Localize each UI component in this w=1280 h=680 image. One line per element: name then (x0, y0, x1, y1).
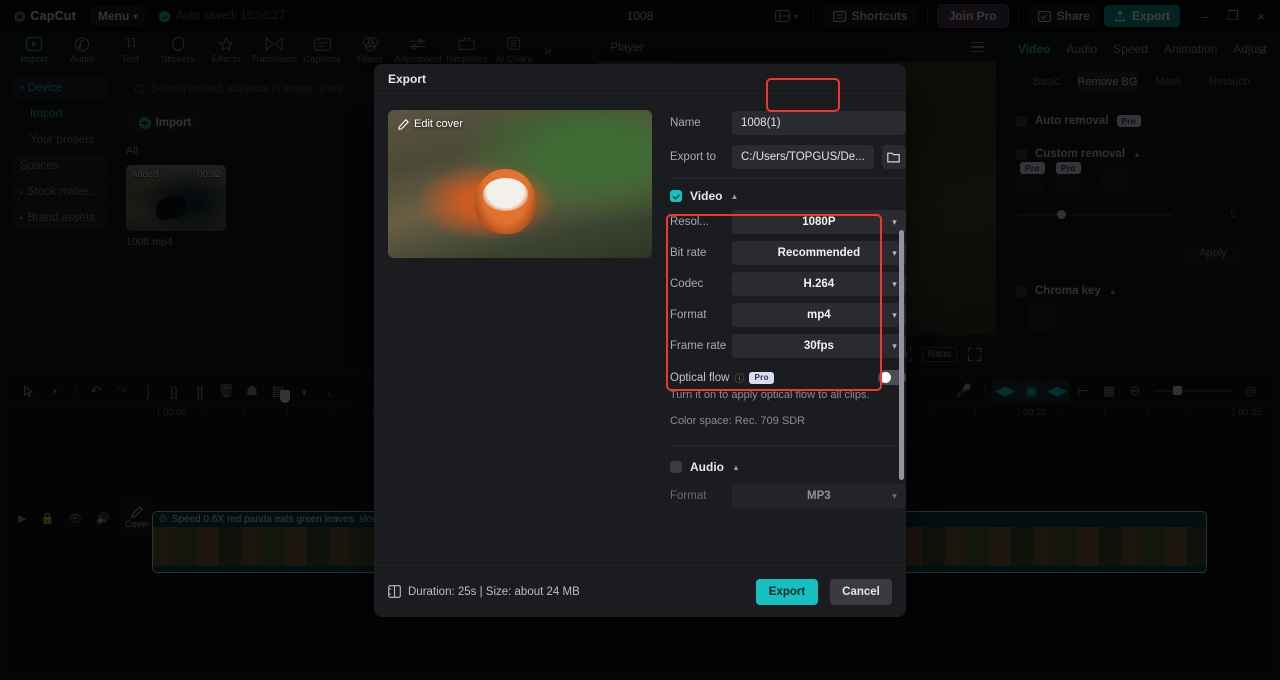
bitrate-value: Recommended (777, 247, 861, 259)
resolution-value: 1080P (802, 216, 836, 228)
chevron-down-icon: ▾ (892, 490, 897, 501)
framerate-select[interactable]: 30fps ▾ (732, 334, 906, 358)
duration-info: Duration: 25s | Size: about 24 MB (388, 585, 580, 598)
bitrate-label: Bit rate (670, 247, 707, 259)
audio-section-label: Audio (690, 460, 724, 474)
codec-row: Codec H.264 ▾ (670, 272, 906, 296)
format-value: mp4 (807, 309, 831, 321)
pro-badge: Pro (749, 371, 774, 384)
resolution-label: Resol... (670, 216, 709, 228)
export-to-label: Export to (670, 151, 717, 163)
chevron-down-icon: ▾ (892, 247, 897, 258)
optical-flow-hint: Turn it on to apply optical flow to all … (670, 389, 870, 401)
info-icon[interactable]: ⓘ (734, 370, 744, 385)
cancel-button[interactable]: Cancel (830, 578, 892, 605)
export-dialog: Export Edit cover Name 1008(1) Export to… (374, 64, 906, 617)
framerate-row: Frame rate 30fps ▾ (670, 334, 906, 358)
edit-cover-button[interactable]: Edit cover (398, 118, 463, 130)
chevron-down-icon: ▾ (892, 216, 897, 227)
dialog-scrollbar[interactable] (898, 230, 904, 480)
capcut-window: ⏣ CapCut Menu ▾ Auto saved: 16:56:27 100… (0, 0, 1280, 680)
framerate-value: 30fps (803, 340, 834, 352)
name-input[interactable]: 1008(1) (732, 111, 906, 135)
film-icon (388, 585, 401, 598)
audio-format-row: Format MP3 ▾ (670, 484, 906, 508)
duration-text: Duration: 25s | Size: about 24 MB (408, 585, 580, 598)
collapse-icon[interactable]: ▲ (732, 463, 740, 472)
framerate-label: Frame rate (670, 340, 727, 352)
bitrate-select[interactable]: Recommended ▾ (732, 241, 906, 265)
export-form: Name 1008(1) Export to C:/Users/TOPGUS/D… (652, 110, 906, 565)
optical-flow-row: Optical flow ⓘ Pro (670, 370, 906, 385)
folder-icon (887, 152, 901, 162)
edit-pencil-icon (398, 118, 409, 130)
name-label: Name (670, 117, 701, 129)
audio-format-select[interactable]: MP3 ▾ (732, 484, 906, 508)
name-row: Name 1008(1) (670, 110, 906, 136)
chevron-down-icon: ▾ (892, 309, 897, 320)
cover-preview[interactable]: Edit cover (388, 110, 652, 258)
codec-label: Codec (670, 278, 704, 290)
export-confirm-button[interactable]: Export (756, 578, 818, 605)
export-dialog-title: Export (374, 64, 906, 94)
optical-flow-label: Optical flow (670, 371, 730, 384)
browse-folder-button[interactable] (881, 145, 906, 169)
bitrate-row: Bit rate Recommended ▾ (670, 241, 906, 265)
chevron-down-icon: ▾ (892, 340, 897, 351)
codec-select[interactable]: H.264 ▾ (732, 272, 906, 296)
collapse-icon[interactable]: ▲ (730, 192, 738, 201)
audio-section-header[interactable]: Audio ▲ (670, 460, 906, 474)
video-section-label: Video (690, 189, 723, 203)
format-row: Format mp4 ▾ (670, 303, 906, 327)
resolution-select[interactable]: 1080P ▾ (732, 210, 906, 234)
export-to-row: Export to C:/Users/TOPGUS/De... (670, 144, 906, 170)
chevron-down-icon: ▾ (892, 278, 897, 289)
video-checkbox[interactable] (670, 190, 682, 202)
divider (670, 445, 906, 446)
color-space-label: Color space: Rec. 709 SDR (670, 415, 806, 427)
format-label: Format (670, 309, 707, 321)
video-section-header[interactable]: Video ▲ (670, 189, 906, 203)
export-dialog-body: Edit cover Name 1008(1) Export to C:/Use… (374, 94, 906, 565)
edit-cover-label: Edit cover (414, 118, 463, 130)
export-dialog-footer: Duration: 25s | Size: about 24 MB Export… (374, 78, 906, 617)
codec-value: H.264 (803, 278, 835, 290)
export-path-input[interactable]: C:/Users/TOPGUS/De... (732, 145, 874, 169)
dialog-actions: Export Cancel (756, 578, 892, 605)
resolution-row: Resol... 1080P ▾ (670, 210, 906, 234)
divider (670, 178, 906, 179)
format-select[interactable]: mp4 ▾ (732, 303, 906, 327)
audio-format-value: MP3 (807, 490, 831, 502)
audio-format-label: Format (670, 490, 707, 502)
audio-checkbox[interactable] (670, 461, 682, 473)
